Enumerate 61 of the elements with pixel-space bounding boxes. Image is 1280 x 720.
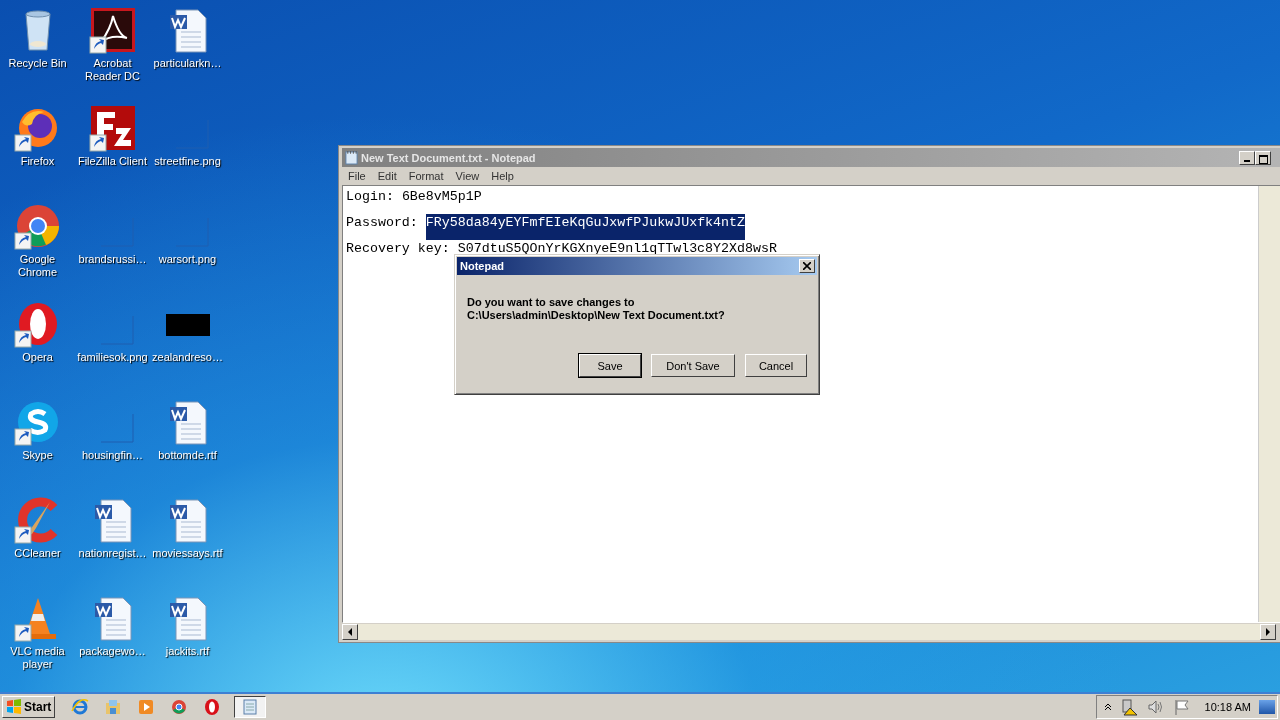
icon-label: Recycle Bin: [7, 57, 68, 70]
field-value: S07dtuS5QOnYrKGXnyeE9nl1qTTwl3c8Y2Xd8wsR: [457, 240, 777, 258]
close-button[interactable]: [799, 259, 815, 273]
icon-label: moviessays.rtf: [151, 547, 224, 560]
clock[interactable]: 10:18 AM: [1204, 701, 1251, 713]
right-arrow-icon[interactable]: [1264, 628, 1272, 636]
icon-label: familiesok.png: [76, 351, 149, 364]
menu-item[interactable]: View: [449, 170, 486, 182]
icon-label: Acrobat Reader DC: [84, 57, 141, 83]
icon-label: FileZilla Client: [76, 155, 149, 168]
pdf-app-icon[interactable]: [88, 6, 137, 54]
icon-label: Google Chrome: [16, 253, 59, 279]
menu-item[interactable]: Edit: [371, 170, 403, 182]
field-label: Password:: [346, 214, 418, 232]
network-icon[interactable]: [1120, 698, 1139, 716]
icon-label: nationregist…: [77, 547, 148, 560]
start-button[interactable]: Start: [2, 696, 56, 718]
browser-icon[interactable]: [13, 202, 62, 250]
field-label: Login:: [346, 188, 394, 206]
menu-item[interactable]: Help: [485, 170, 520, 182]
icon-label: bottomde.rtf: [157, 449, 218, 462]
menu-item[interactable]: File: [342, 170, 372, 182]
horizontal-scrollbar[interactable]: [342, 624, 1276, 640]
field-value: 6Be8vM5p1P: [401, 188, 482, 206]
icon-label: Skype: [21, 449, 54, 462]
icon-label: warsort.png: [157, 253, 218, 266]
dialog-message: Do you want to save changes to: [467, 296, 636, 309]
icon-label: VLC media player: [9, 645, 66, 671]
dialog-button[interactable]: Don't Save: [651, 354, 735, 377]
speaker-icon[interactable]: [1146, 698, 1165, 716]
icon-label: brandsrussi…: [77, 253, 148, 266]
icon-label: packagewo…: [78, 645, 147, 658]
flag-icon[interactable]: [1172, 698, 1191, 716]
icon-label: streetfine.png: [153, 155, 222, 168]
icon-label: Opera: [21, 351, 54, 364]
dialog-title: Notepad: [460, 260, 504, 272]
icon-label: CCleaner: [13, 547, 62, 560]
windows-logo-icon: [6, 699, 22, 715]
field-value: FRy58da84yEYFmfEIeKqGuJxwfPJukwJUxfk4ntZ: [425, 214, 745, 240]
field-label: Recovery key:: [346, 240, 450, 258]
maximize-button[interactable]: [1255, 150, 1271, 165]
notepad-icon[interactable]: [234, 696, 267, 718]
maximize-icon: [1258, 154, 1268, 164]
dialog-button[interactable]: Save: [579, 354, 641, 377]
left-arrow-icon[interactable]: [346, 628, 354, 636]
icon-label: Firefox: [19, 155, 56, 168]
menu-item[interactable]: Format: [402, 170, 450, 182]
show-desktop-button[interactable]: [1259, 700, 1275, 714]
icon-label: zealandreso…: [151, 351, 224, 364]
dialog-button[interactable]: Cancel: [745, 354, 807, 377]
icon-label: particularkn…: [152, 57, 223, 70]
icon-label: housingfin…: [80, 449, 145, 462]
window-title: New Text Document.txt - Notepad: [361, 151, 537, 164]
notepad-icon: [345, 150, 358, 165]
chevron-icon[interactable]: [1102, 702, 1113, 712]
minimize-icon: [1244, 159, 1250, 162]
icon-label: jackits.rtf: [164, 645, 211, 658]
minimize-button[interactable]: [1239, 150, 1255, 165]
dialog-message: C:\Users\admin\Desktop\New Text Document.txt?: [467, 309, 726, 322]
close-icon: [803, 262, 811, 270]
ftp-app-icon[interactable]: [88, 104, 137, 152]
